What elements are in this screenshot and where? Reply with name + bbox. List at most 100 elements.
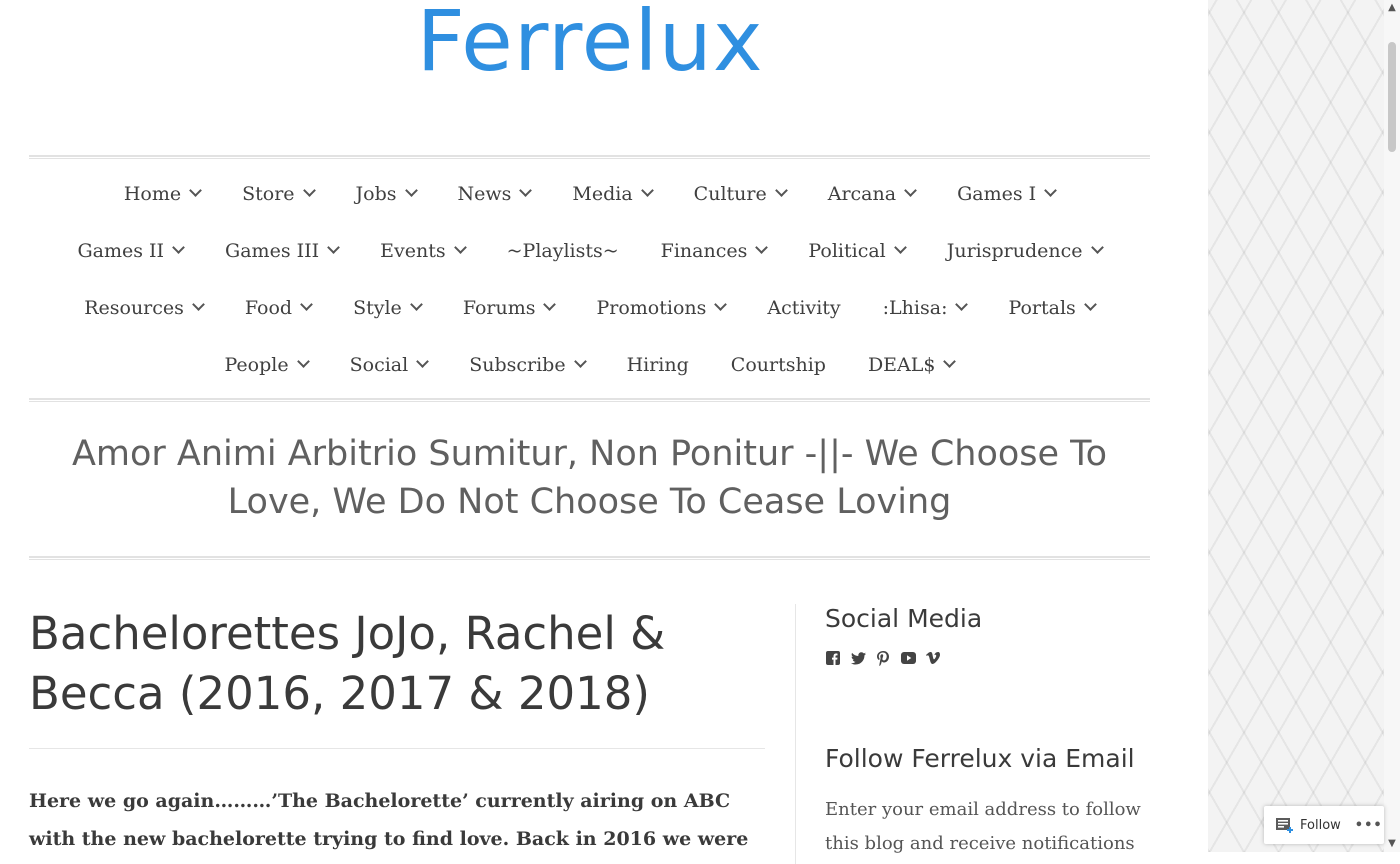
post-title-divider — [29, 748, 765, 749]
chevron-down-icon[interactable] — [409, 298, 423, 311]
chevron-down-icon[interactable] — [755, 241, 769, 254]
nav-item-label: Jurisprudence — [946, 239, 1083, 262]
nav-item-courtship[interactable]: Courtship — [731, 354, 826, 376]
nav-bottom-divider — [29, 398, 1150, 402]
nav-item-label: Promotions — [596, 296, 707, 319]
nav-item-label: Jobs — [355, 182, 397, 205]
nav-item-label: Hiring — [626, 353, 689, 376]
main-navigation: Home Store Jobs News Media Culture Arcana Games… — [29, 165, 1150, 393]
chevron-down-icon[interactable] — [296, 355, 310, 368]
social-media-widget-title: Social Media — [825, 604, 983, 633]
chevron-down-icon[interactable] — [327, 241, 340, 254]
follow-label: Follow — [1300, 817, 1341, 833]
nav-item-events[interactable]: Events — [380, 240, 467, 262]
nav-item-style[interactable]: Style — [353, 297, 423, 319]
nav-item-media[interactable]: Media — [572, 182, 654, 205]
nav-item-subscribe[interactable]: Subscribe — [469, 354, 587, 376]
nav-item-label: Store — [242, 182, 295, 205]
chevron-down-icon[interactable] — [1090, 241, 1104, 254]
scroll-thumb[interactable] — [1388, 42, 1396, 152]
nav-item-people[interactable]: People — [224, 353, 310, 376]
nav-item-label: Arcana — [827, 182, 897, 205]
nav-item-arcana[interactable]: Arcana — [827, 182, 917, 205]
scrollbar[interactable]: ▲ ▼ — [1384, 0, 1400, 852]
youtube-icon[interactable] — [900, 650, 916, 666]
nav-item-label: Resources — [84, 296, 184, 319]
chevron-down-icon[interactable] — [300, 298, 313, 311]
nav-item-label: Forums — [462, 296, 536, 319]
site-title[interactable]: Ferrelux — [0, 0, 1180, 90]
nav-item-label: Games III — [225, 239, 320, 262]
chevron-down-icon[interactable] — [172, 241, 185, 254]
chevron-down-icon[interactable] — [714, 298, 728, 311]
nav-item-forums[interactable]: Forums — [462, 296, 557, 319]
follow-email-description: Enter your email address to follow this … — [825, 799, 1141, 854]
nav-item-home[interactable]: Home — [124, 183, 202, 205]
chevron-down-icon[interactable] — [955, 298, 969, 311]
chevron-down-icon[interactable] — [189, 184, 202, 197]
nav-item-label: Political — [808, 239, 886, 262]
chevron-down-icon[interactable] — [1044, 184, 1058, 197]
nav-item-playlists[interactable]: ~Playlists~ — [507, 240, 619, 262]
nav-item-store[interactable]: Store — [242, 182, 316, 205]
chevron-down-icon[interactable] — [904, 184, 917, 197]
nav-item-activity[interactable]: Activity — [767, 297, 840, 319]
scroll-up-icon[interactable]: ▲ — [1384, 0, 1400, 16]
nav-item-games-ii[interactable]: Games II — [77, 239, 185, 262]
nav-item-resources[interactable]: Resources — [84, 296, 205, 319]
nav-item-news[interactable]: News — [458, 183, 533, 205]
nav-item-label: People — [224, 353, 289, 376]
post-excerpt: Here we go again………’The Bachelorette’ cu… — [29, 790, 749, 850]
more-options-icon[interactable]: ••• — [1355, 818, 1383, 833]
background-pattern — [1208, 0, 1384, 852]
follow-button[interactable]: Follow ••• — [1264, 806, 1384, 844]
facebook-icon[interactable] — [825, 650, 841, 666]
chevron-down-icon[interactable] — [192, 298, 205, 311]
chevron-down-icon[interactable] — [943, 355, 957, 368]
nav-item-label: Finances — [660, 239, 748, 262]
nav-top-divider — [29, 155, 1150, 159]
nav-item-food[interactable]: Food — [245, 297, 313, 319]
nav-item-label: Culture — [693, 182, 767, 205]
follow-email-widget-title: Follow Ferrelux via Email — [825, 744, 1135, 773]
chevron-down-icon[interactable] — [519, 184, 533, 197]
nav-row: Resources Food Style Forums Promotions Activi… — [29, 279, 1150, 336]
nav-row: Home Store Jobs News Media Culture Arcana Games… — [29, 165, 1150, 222]
nav-item-promotions[interactable]: Promotions — [596, 296, 728, 319]
post-title[interactable]: Bachelorettes JoJo, Rachel & Becca (2016… — [29, 604, 749, 724]
nav-item-label: Games I — [957, 182, 1037, 205]
nav-item-label: Media — [572, 182, 633, 205]
reader-follow-icon — [1276, 818, 1294, 833]
nav-item-games-iii[interactable]: Games III — [225, 239, 340, 262]
nav-item-finances[interactable]: Finances — [660, 239, 769, 262]
nav-item-deal[interactable]: DEAL$ — [868, 354, 957, 376]
scroll-down-icon[interactable]: ▼ — [1384, 836, 1400, 852]
nav-item-jurisprudence[interactable]: Jurisprudence — [946, 239, 1104, 262]
chevron-down-icon[interactable] — [774, 184, 788, 197]
nav-item-games-i[interactable]: Games I — [957, 182, 1058, 205]
nav-item-political[interactable]: Political — [808, 239, 907, 262]
nav-item-label: Portals — [1008, 296, 1076, 319]
chevron-down-icon[interactable] — [453, 241, 467, 254]
vimeo-icon[interactable] — [925, 650, 941, 666]
nav-row: People Social Subscribe Hiring Courtship DEAL… — [29, 336, 1150, 393]
nav-item-hiring[interactable]: Hiring — [627, 354, 689, 376]
chevron-down-icon[interactable] — [416, 355, 430, 368]
sidebar-divider — [795, 604, 796, 864]
chevron-down-icon[interactable] — [543, 298, 557, 311]
nav-item-label: Social — [349, 353, 409, 376]
chevron-down-icon[interactable] — [573, 355, 587, 368]
nav-item-culture[interactable]: Culture — [693, 182, 788, 205]
chevron-down-icon[interactable] — [640, 184, 654, 197]
nav-item-jobs[interactable]: Jobs — [355, 182, 418, 205]
nav-item-label: Games II — [77, 239, 165, 262]
nav-item-portals[interactable]: Portals — [1008, 296, 1097, 319]
pinterest-icon[interactable] — [875, 650, 891, 666]
chevron-down-icon[interactable] — [893, 241, 907, 254]
chevron-down-icon[interactable] — [302, 184, 316, 197]
nav-item-social[interactable]: Social — [349, 353, 430, 376]
twitter-icon[interactable] — [850, 650, 866, 666]
chevron-down-icon[interactable] — [404, 184, 418, 197]
nav-item-lhisa[interactable]: :Lhisa: — [883, 297, 969, 319]
chevron-down-icon[interactable] — [1083, 298, 1097, 311]
